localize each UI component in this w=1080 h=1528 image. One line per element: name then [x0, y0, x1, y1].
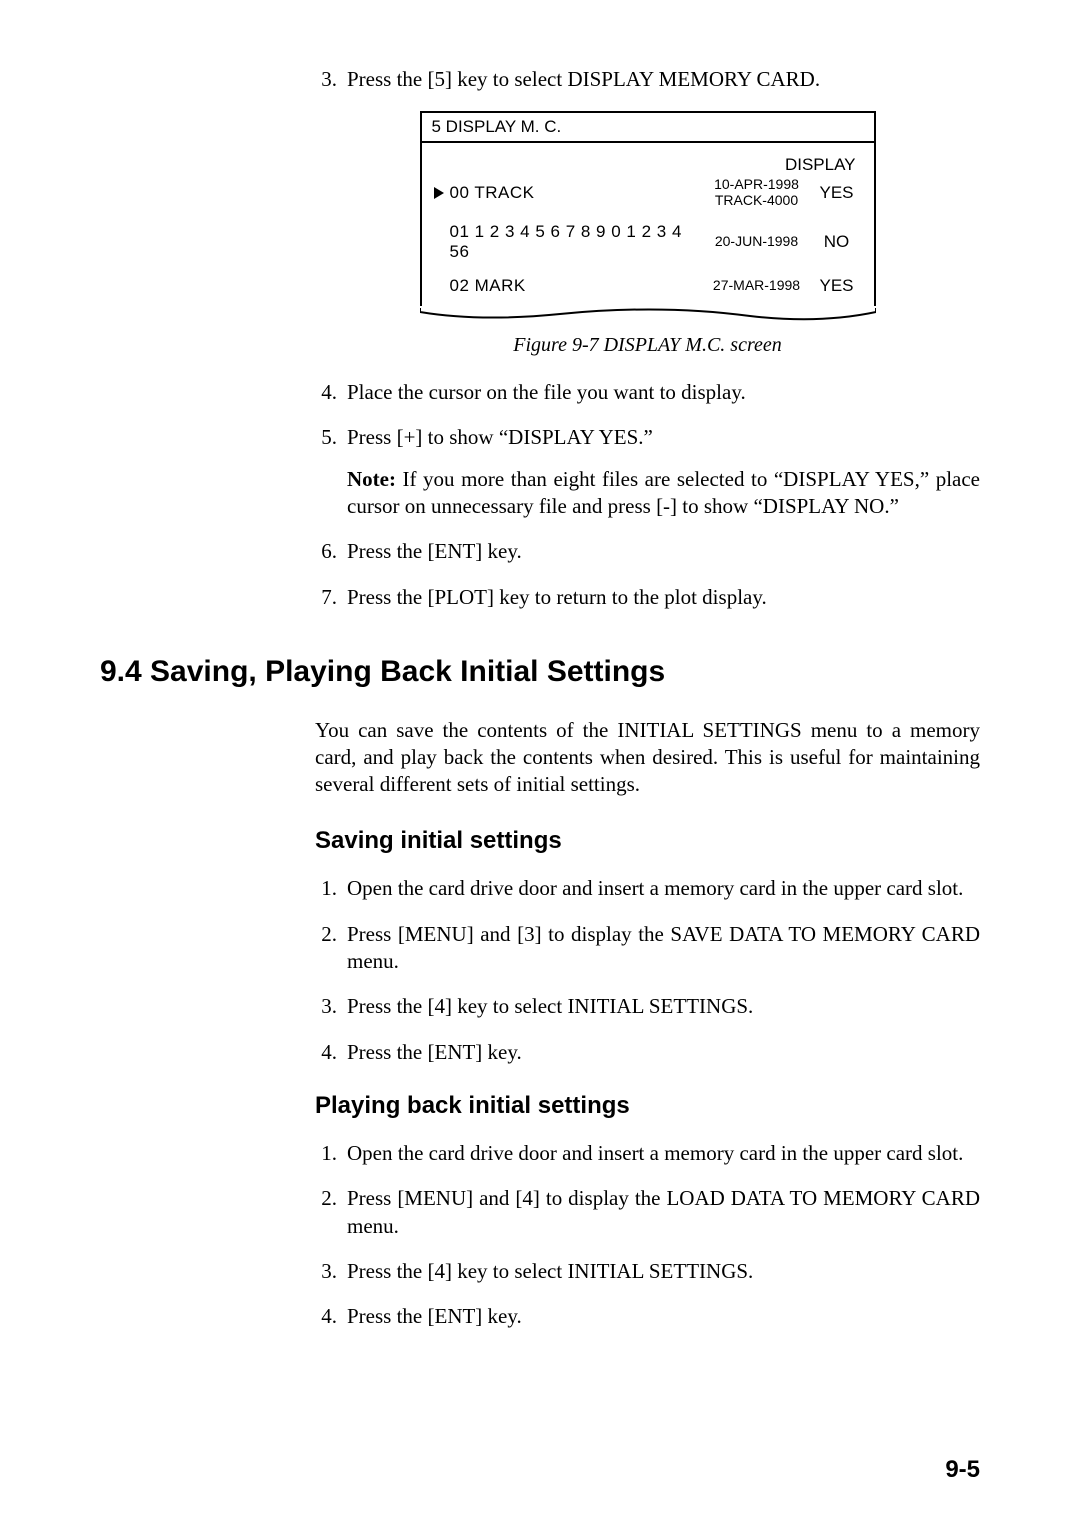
step-text: Press the [ENT] key.: [347, 538, 980, 565]
note-label: Note:: [347, 467, 396, 491]
step-7: 7. Press the [PLOT] key to return to the…: [315, 584, 980, 611]
subsection-heading-playing: Playing back initial settings: [315, 1092, 980, 1120]
step-number: 3.: [315, 993, 347, 1020]
figure-torn-edge-icon: [420, 306, 876, 322]
step-number: 4.: [315, 1303, 347, 1330]
playing-step-4: 4. Press the [ENT] key.: [315, 1303, 980, 1330]
step-text: Press the [4] key to select INITIAL SETT…: [347, 993, 980, 1020]
step-text: Press [+] to show “DISPLAY YES.”: [347, 424, 980, 451]
step-number: 4.: [315, 1039, 347, 1066]
step-3: 3. Press the [5] key to select DISPLAY M…: [315, 66, 980, 93]
saving-step-1: 1. Open the card drive door and insert a…: [315, 875, 980, 902]
cursor-pointer-icon: [434, 187, 450, 199]
step-number: 7.: [315, 584, 347, 611]
step-text: Place the cursor on the file you want to…: [347, 379, 980, 406]
step-4: 4. Place the cursor on the file you want…: [315, 379, 980, 406]
step-number: 5.: [315, 424, 347, 520]
step-number: 1.: [315, 875, 347, 902]
step-text: Open the card drive door and insert a me…: [347, 875, 980, 902]
step-note: Note: If you more than eight files are s…: [347, 466, 980, 521]
step-5: 5. Press [+] to show “DISPLAY YES.” Note…: [315, 424, 980, 520]
step-6: 6. Press the [ENT] key.: [315, 538, 980, 565]
figure-row-label: 02 MARK: [450, 276, 702, 296]
figure-row: 01 1 2 3 4 5 6 7 8 9 0 1 2 3 4 56 20-JUN…: [434, 222, 862, 262]
step-number: 3.: [315, 66, 347, 93]
saving-step-3: 3. Press the [4] key to select INITIAL S…: [315, 993, 980, 1020]
step-text: Open the card drive door and insert a me…: [347, 1140, 980, 1167]
step-text: Press the [PLOT] key to return to the pl…: [347, 584, 980, 611]
figure-caption: Figure 9-7 DISPLAY M.C. screen: [315, 334, 980, 357]
subsection-heading-saving: Saving initial settings: [315, 827, 980, 855]
figure-row-date: 20-JUN-1998: [702, 234, 812, 249]
playing-step-1: 1. Open the card drive door and insert a…: [315, 1140, 980, 1167]
step-number: 2.: [315, 1185, 347, 1240]
step-number: 1.: [315, 1140, 347, 1167]
figure-row-yesno: YES: [812, 276, 862, 296]
step-text: Press the [4] key to select INITIAL SETT…: [347, 1258, 980, 1285]
figure-row-label: 01 1 2 3 4 5 6 7 8 9 0 1 2 3 4 56: [450, 222, 702, 262]
figure-body: DISPLAY 00 TRACK 10-APR-1998 TRACK-4000 …: [422, 143, 874, 320]
step-number: 3.: [315, 1258, 347, 1285]
figure-display-mc: 5 DISPLAY M. C. DISPLAY 00 TRACK 10-APR-…: [420, 111, 876, 322]
figure-row-date: 10-APR-1998 TRACK-4000: [702, 177, 812, 208]
step-text: Press the [ENT] key.: [347, 1303, 980, 1330]
section-heading: 9.4 Saving, Playing Back Initial Setting…: [100, 655, 980, 689]
step-number: 4.: [315, 379, 347, 406]
figure-row-label: 00 TRACK: [450, 183, 702, 203]
saving-step-2: 2. Press [MENU] and [3] to display the S…: [315, 921, 980, 976]
page-number: 9-5: [945, 1456, 980, 1484]
saving-step-4: 4. Press the [ENT] key.: [315, 1039, 980, 1066]
note-text: If you more than eight files are selecte…: [347, 467, 980, 518]
step-text: Press the [5] key to select DISPLAY MEMO…: [347, 66, 980, 93]
step-number: 6.: [315, 538, 347, 565]
playing-step-3: 3. Press the [4] key to select INITIAL S…: [315, 1258, 980, 1285]
figure-row-yesno: NO: [812, 232, 862, 252]
step-text: Press [MENU] and [3] to display the SAVE…: [347, 921, 980, 976]
step-text: Press [MENU] and [4] to display the LOAD…: [347, 1185, 980, 1240]
figure-column-header: DISPLAY: [434, 155, 862, 175]
figure-header: 5 DISPLAY M. C.: [422, 113, 874, 143]
step-number: 2.: [315, 921, 347, 976]
figure-row: 00 TRACK 10-APR-1998 TRACK-4000 YES: [434, 177, 862, 208]
playing-step-2: 2. Press [MENU] and [4] to display the L…: [315, 1185, 980, 1240]
section-intro: You can save the contents of the INITIAL…: [315, 717, 980, 798]
figure-row-date: 27-MAR-1998: [702, 278, 812, 293]
figure-row-yesno: YES: [812, 183, 862, 203]
step-text: Press the [ENT] key.: [347, 1039, 980, 1066]
figure-row: 02 MARK 27-MAR-1998 YES: [434, 276, 862, 296]
